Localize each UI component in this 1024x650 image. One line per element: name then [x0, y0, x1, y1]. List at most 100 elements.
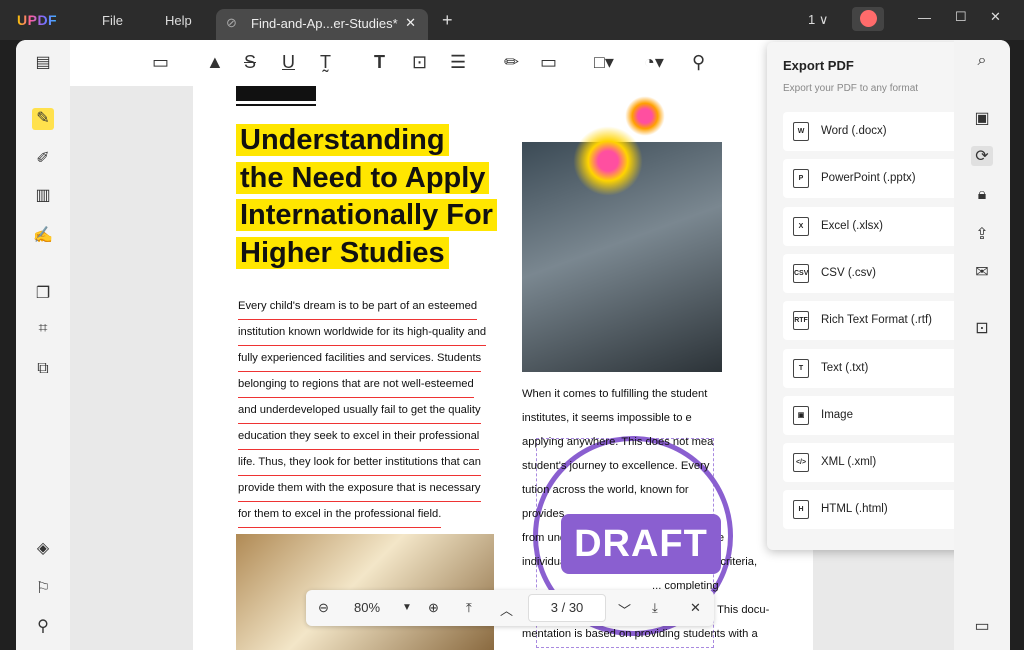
save-icon[interactable]: ⊡ [971, 318, 993, 338]
tab-icon: ⊘ [226, 15, 237, 30]
watermark-icon[interactable]: ⧉ [32, 358, 54, 380]
text-line: fully experienced facilities and service… [238, 346, 482, 372]
last-page-icon[interactable]: ⤓ [652, 600, 658, 616]
zoom-dropdown-icon[interactable]: ▼ [402, 602, 412, 613]
menu-file[interactable]: File [102, 13, 123, 28]
layers-icon[interactable]: ◈ [32, 538, 54, 560]
page-separator: / [561, 600, 566, 615]
zoom-out-icon[interactable]: ⊖ [318, 600, 329, 616]
file-format-icon: H [793, 500, 809, 520]
form-icon[interactable]: ▥ [32, 185, 54, 207]
app-window: ▤ ✎ ✐ ▥ ✍ ❐ ⌗ ⧉ ◈ ⚐ ⚲ ▭ ▲ S U T̰ T ⊡ ☰ ✏… [16, 40, 1010, 650]
share-icon[interactable]: ⇪ [971, 224, 993, 244]
file-format-icon: T [793, 358, 809, 378]
squiggly-icon[interactable]: T̰ [320, 52, 331, 73]
text-line: life. Thus, they look for better institu… [238, 450, 481, 476]
next-page-icon[interactable]: ﹀ [618, 600, 631, 619]
new-tab-icon[interactable]: + [442, 10, 453, 31]
page-number-block [236, 86, 316, 104]
text-line: belonging to regions that are not well-e… [238, 372, 474, 398]
highlight-icon[interactable]: ▲ [206, 52, 224, 73]
close-tab-icon[interactable]: ✕ [405, 15, 416, 31]
export-option-label: XML (.xml) [821, 456, 877, 469]
left-paragraph: Every child's dream is to be part of an … [238, 294, 496, 528]
pdf-page: Understanding the Need to Apply Internat… [193, 86, 813, 650]
chat-icon[interactable]: ▭ [971, 616, 993, 636]
edit-pdf-icon[interactable]: ✐ [32, 148, 54, 170]
file-format-icon: RTF [793, 311, 809, 331]
text-line: for them to excel in the professional fi… [238, 502, 442, 528]
title-bar: UPDF File Help ⊘ Find-and-Ap...er-Studie… [0, 0, 1024, 40]
previous-page-icon[interactable]: ︿ [500, 600, 513, 619]
text-line: applying anywhere. This does not mea [522, 436, 714, 448]
updf-logo: UPDF [17, 12, 58, 28]
left-sidebar: ▤ ✎ ✐ ▥ ✍ ❐ ⌗ ⧉ ◈ ⚐ ⚲ [16, 40, 70, 650]
close-pager-icon[interactable]: ✕ [690, 600, 701, 616]
file-format-icon: CSV [793, 263, 809, 283]
draft-stamp[interactable]: DRAFT [561, 514, 721, 574]
fill-sign-icon[interactable]: ✍ [32, 225, 54, 247]
eraser-icon[interactable]: ▭ [540, 52, 557, 73]
file-format-icon: P [793, 169, 809, 189]
export-option-label: Excel (.xlsx) [821, 219, 883, 232]
export-option-label: Image [821, 408, 853, 421]
text-line: institutes, it seems impossible to e [522, 412, 692, 424]
zoom-in-icon[interactable]: ⊕ [428, 600, 439, 616]
comment-mode-icon[interactable]: ✎ [32, 108, 54, 130]
export-subtitle: Export your PDF to any format [783, 83, 919, 94]
strikethrough-icon[interactable]: S [244, 52, 256, 73]
note-icon[interactable]: ▭ [152, 52, 169, 73]
file-format-icon: X [793, 216, 809, 236]
export-option-label: PowerPoint (.pptx) [821, 172, 916, 185]
first-page-icon[interactable]: ⤒ [466, 600, 472, 616]
firework-sticker [573, 126, 643, 196]
zoom-level[interactable]: 80% [354, 600, 380, 615]
export-option-label: Word (.docx) [821, 125, 887, 137]
file-format-icon: W [793, 122, 809, 141]
page-number-input[interactable]: 3 / 30 [528, 594, 606, 622]
export-icon[interactable]: ⟳ [971, 146, 993, 166]
export-option-label: HTML (.html) [821, 503, 888, 516]
article-heading: Understanding the Need to Apply Internat… [236, 122, 497, 272]
right-sidebar: ⌕ ▣ ⟳ 🔒︎ ⇪ ✉ ⊡ ▭ [954, 40, 1010, 650]
menu-help[interactable]: Help [165, 13, 192, 28]
bookmark-icon[interactable]: ⚐ [32, 578, 54, 600]
reader-icon[interactable]: ▤ [32, 52, 54, 74]
avatar-button[interactable] [852, 7, 884, 31]
protect-icon[interactable]: 🔒︎ [971, 186, 993, 204]
text-line: student's journey to excellence. Every [522, 460, 710, 472]
text-line: and underdeveloped usually fail to get t… [238, 398, 481, 424]
page-indicator: 1 [808, 12, 816, 27]
current-page: 3 [550, 600, 558, 615]
underline-icon[interactable]: U [282, 52, 295, 73]
export-title: Export PDF [783, 58, 854, 73]
organize-pages-icon[interactable]: ❐ [32, 283, 54, 305]
email-icon[interactable]: ✉ [971, 262, 993, 282]
document-tab[interactable]: ⊘ Find-and-Ap...er-Studies* ✕ [216, 9, 428, 40]
document-canvas: Understanding the Need to Apply Internat… [70, 42, 1009, 650]
page-navigation-bar: ⊖ 80% ▼ ⊕ ⤒ ︿ 3 / 30 ﹀ ⤓ ✕ [306, 590, 714, 626]
minimize-icon[interactable]: — [918, 10, 931, 25]
export-option-label: Text (.txt) [821, 361, 869, 374]
shape-icon[interactable]: □▾ [594, 52, 614, 73]
text-line: When it comes to fulfilling the student [522, 388, 708, 400]
page-count-dropdown[interactable]: 1 ∨ [808, 12, 828, 28]
ocr-icon[interactable]: ▣ [971, 108, 993, 128]
attachment-icon[interactable]: ⚲ [32, 616, 54, 638]
close-window-icon[interactable]: ✕ [990, 9, 1001, 25]
text-callout-icon[interactable]: ☰ [450, 52, 466, 73]
pencil-icon[interactable]: ✏ [504, 52, 519, 73]
heading-line: the Need to Apply [236, 161, 490, 194]
sticker-icon[interactable]: ◔▾ [644, 52, 664, 73]
text-icon[interactable]: T [374, 52, 385, 73]
search-icon[interactable]: ⌕ [971, 52, 993, 70]
text-line: Every child's dream is to be part of an … [238, 294, 478, 320]
export-option-label: CSV (.csv) [821, 266, 876, 279]
text-line: provide them with the exposure that is n… [238, 476, 481, 502]
maximize-icon[interactable]: ☐ [955, 9, 967, 25]
crop-icon[interactable]: ⌗ [32, 318, 54, 340]
text-line: institution known worldwide for its high… [238, 320, 487, 346]
tab-title: Find-and-Ap...er-Studies* [251, 16, 398, 31]
textbox-icon[interactable]: ⊡ [412, 52, 427, 73]
attach-icon[interactable]: ⚲ [692, 52, 705, 73]
